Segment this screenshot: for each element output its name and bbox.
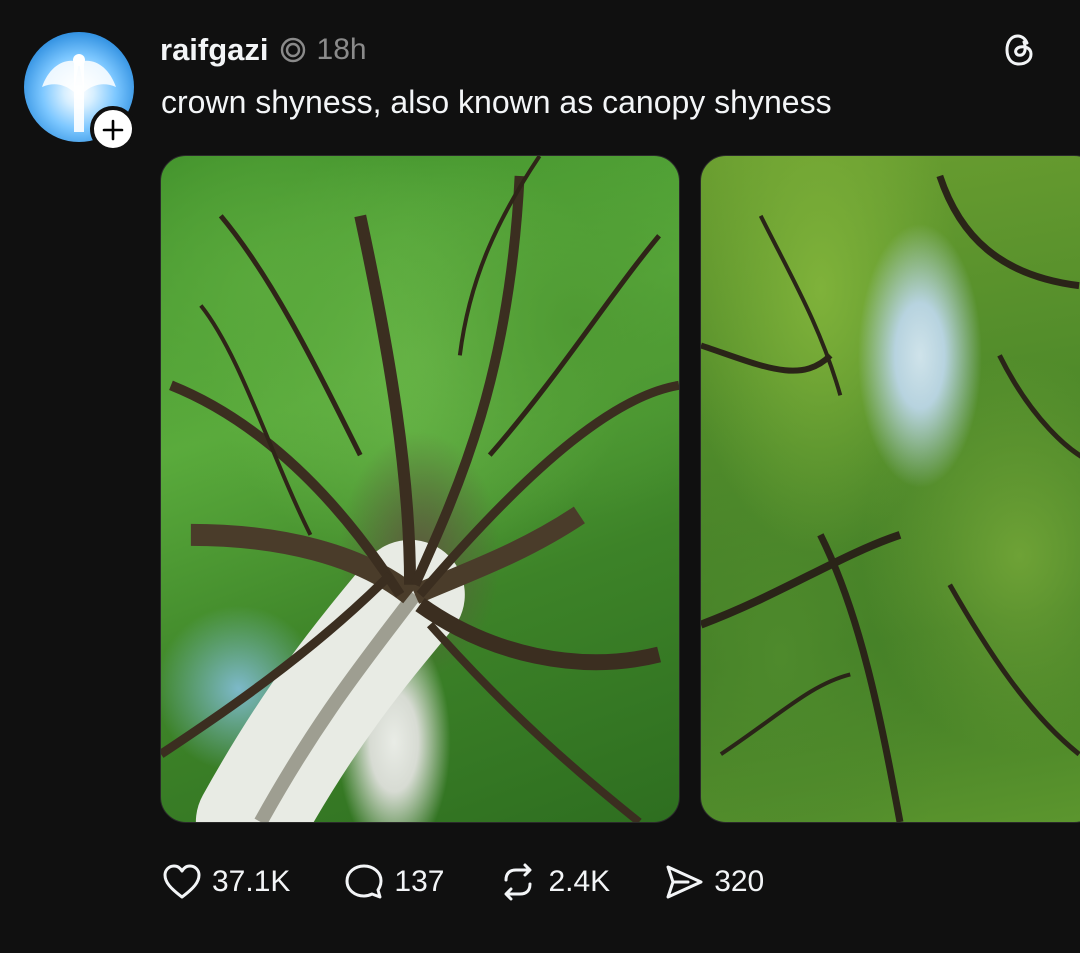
post-header: raifgazi 18h: [160, 28, 367, 72]
heart-icon: [163, 864, 201, 899]
verified-badge-icon: [280, 37, 305, 63]
plus-icon: [102, 119, 124, 141]
avatar[interactable]: [24, 32, 136, 152]
repost-button[interactable]: 2.4K: [496, 860, 610, 904]
post-timestamp: 18h: [316, 33, 367, 66]
media-carousel[interactable]: [160, 155, 1080, 823]
repost-count: 2.4K: [548, 865, 611, 898]
repost-icon: [504, 863, 532, 901]
tree-canopy-photo-2[interactable]: [700, 155, 1080, 823]
reply-count: 137: [394, 865, 445, 898]
tree-branches-graphic-2: [701, 174, 1080, 822]
follow-button[interactable]: [90, 106, 136, 152]
send-icon: [666, 865, 703, 899]
share-count: 320: [714, 865, 765, 898]
reply-button[interactable]: 137: [342, 860, 444, 904]
like-button[interactable]: 37.1K: [160, 860, 290, 904]
share-button[interactable]: 320: [662, 860, 764, 904]
comment-icon: [345, 864, 383, 899]
like-count: 37.1K: [212, 865, 291, 898]
thread-post: raifgazi 18h crown shyness, also known a…: [0, 0, 1080, 953]
tree-canopy-photo[interactable]: [160, 155, 680, 823]
post-actions: 37.1K 137 2.4K 320: [160, 858, 816, 906]
post-caption: crown shyness, also known as canopy shyn…: [161, 84, 832, 120]
tree-branches-graphic: [161, 156, 679, 822]
username[interactable]: raifgazi: [160, 32, 269, 68]
threads-logo-icon[interactable]: [1000, 30, 1040, 70]
